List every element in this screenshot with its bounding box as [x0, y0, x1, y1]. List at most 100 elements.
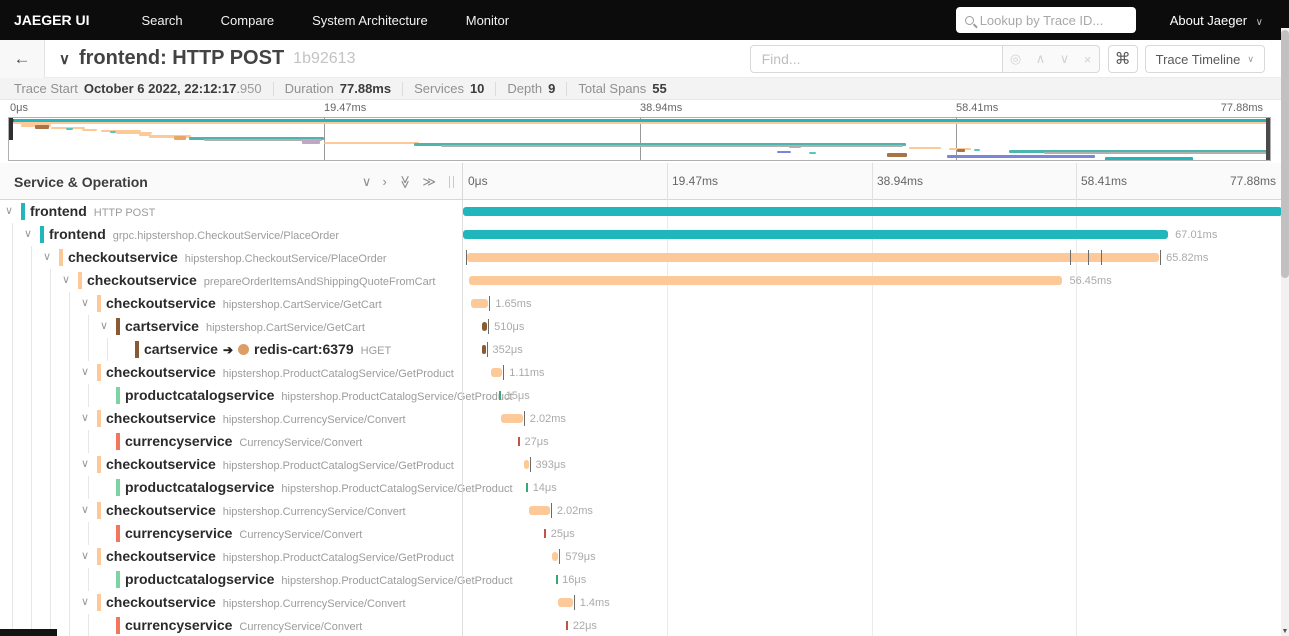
- span-duration-bar[interactable]: [528, 506, 550, 515]
- about-jaeger-menu[interactable]: About Jaeger ∨: [1170, 13, 1263, 28]
- back-button[interactable]: ←: [0, 39, 45, 78]
- span-duration-bar[interactable]: [481, 322, 488, 331]
- row-chevron-down-icon[interactable]: ∨: [79, 365, 91, 378]
- span-row-label[interactable]: productcatalogservice hipstershop.Product…: [0, 568, 513, 591]
- span-row-label[interactable]: ∨ checkoutservice hipstershop.ProductCatal…: [0, 453, 462, 476]
- span-duration-bar[interactable]: [544, 529, 547, 538]
- collapse-all-icon[interactable]: ≫: [397, 175, 413, 189]
- trace-view-select[interactable]: Trace Timeline ∨: [1144, 45, 1265, 73]
- next-match-icon[interactable]: ∨: [1060, 51, 1070, 67]
- span-row-label[interactable]: productcatalogservice hipstershop.Product…: [0, 476, 513, 499]
- span-duration-bar[interactable]: [467, 253, 1160, 262]
- row-chevron-down-icon[interactable]: ∨: [79, 457, 91, 470]
- span-row-bar[interactable]: 22μs: [463, 614, 1281, 636]
- span-row-label[interactable]: ∨ checkoutservice hipstershop.CheckoutServ…: [0, 246, 462, 269]
- vertical-scrollbar[interactable]: ▼: [1281, 28, 1289, 636]
- span-row-bar[interactable]: 67.01ms: [463, 223, 1281, 246]
- trace-lookup-input[interactable]: [979, 12, 1127, 28]
- minimap-canvas[interactable]: [8, 117, 1271, 161]
- span-duration-bar[interactable]: [501, 414, 523, 423]
- collapse-one-icon[interactable]: ∨: [362, 174, 372, 190]
- keyboard-shortcuts-button[interactable]: ⌘: [1107, 45, 1138, 73]
- nav-item-search[interactable]: Search: [141, 13, 182, 28]
- horizontal-scrollbar-thumb[interactable]: [0, 629, 57, 636]
- span-duration-bar[interactable]: [490, 368, 503, 377]
- nav-item-system-architecture[interactable]: System Architecture: [312, 13, 428, 28]
- span-row-bar[interactable]: 16μs: [463, 568, 1281, 591]
- span-duration-bar[interactable]: [555, 575, 558, 584]
- span-row-bar[interactable]: [463, 200, 1281, 223]
- span-row-bar[interactable]: 393μs: [463, 453, 1281, 476]
- span-row-label[interactable]: productcatalogservice hipstershop.Product…: [0, 384, 513, 407]
- row-chevron-down-icon[interactable]: ∨: [22, 227, 34, 240]
- span-row-bar[interactable]: 579μs: [463, 545, 1281, 568]
- nav-item-compare[interactable]: Compare: [221, 13, 274, 28]
- span-row-bar[interactable]: 1.65ms: [463, 292, 1281, 315]
- span-row-label[interactable]: ∨ cartservice hipstershop.CartService/GetC…: [0, 315, 462, 338]
- trace-collapse-chevron-icon[interactable]: ∨: [59, 50, 70, 68]
- span-row-bar[interactable]: 2.02ms: [463, 407, 1281, 430]
- span-row-label[interactable]: ∨ checkoutservice prepareOrderItemsAndShip…: [0, 269, 462, 292]
- span-row-bar[interactable]: 27μs: [463, 430, 1281, 453]
- minimap-right-scrubber[interactable]: [1266, 118, 1270, 160]
- expand-all-icon[interactable]: ≫: [422, 174, 436, 190]
- span-row-bar[interactable]: 15μs: [463, 384, 1281, 407]
- span-row-bar[interactable]: 352μs: [463, 338, 1281, 361]
- minimap-left-scrubber[interactable]: [9, 118, 13, 140]
- span-row-bar[interactable]: 510μs: [463, 315, 1281, 338]
- clear-find-icon[interactable]: ×: [1084, 52, 1092, 67]
- span-row-label[interactable]: currencyservice CurrencyService/Convert: [0, 614, 462, 636]
- span-duration-bar[interactable]: [566, 621, 569, 630]
- span-row-bar[interactable]: 1.4ms: [463, 591, 1281, 614]
- span-duration-bar[interactable]: [517, 437, 520, 446]
- prev-match-icon[interactable]: ∧: [1036, 51, 1046, 67]
- span-duration-bar[interactable]: [552, 552, 559, 561]
- span-duration-bar[interactable]: [463, 230, 1169, 239]
- span-duration-bar[interactable]: [558, 598, 573, 607]
- span-row-label[interactable]: ∨ checkoutservice hipstershop.ProductCatal…: [0, 545, 462, 568]
- span-row-bar[interactable]: 56.45ms: [463, 269, 1281, 292]
- span-duration-bar[interactable]: [499, 391, 502, 400]
- row-chevron-down-icon[interactable]: ∨: [79, 595, 91, 608]
- service-name-text: frontend: [30, 203, 87, 219]
- row-chevron-down-icon[interactable]: ∨: [60, 273, 72, 286]
- vertical-scrollbar-thumb[interactable]: [1281, 30, 1289, 278]
- row-chevron-down-icon[interactable]: ∨: [98, 319, 110, 332]
- span-row-label[interactable]: ∨ frontend HTTP POST: [0, 200, 462, 223]
- brand-logo[interactable]: JAEGER UI: [14, 12, 89, 28]
- span-duration-bar[interactable]: [524, 460, 529, 469]
- span-row-label[interactable]: ∨ checkoutservice hipstershop.CurrencyServ…: [0, 591, 462, 614]
- row-chevron-down-icon[interactable]: ∨: [79, 549, 91, 562]
- span-row-label[interactable]: cartservice ➔ redis-cart:6379 HGET: [0, 338, 462, 361]
- span-row-label[interactable]: currencyservice CurrencyService/Convert: [0, 522, 462, 545]
- span-row-label[interactable]: ∨ checkoutservice hipstershop.CurrencyServ…: [0, 499, 462, 522]
- span-row-label[interactable]: ∨ checkoutservice hipstershop.CurrencyServ…: [0, 407, 462, 430]
- span-duration-bar[interactable]: [471, 299, 489, 308]
- span-duration-bar[interactable]: [526, 483, 529, 492]
- span-duration-bar[interactable]: [463, 207, 1281, 216]
- span-row-bar[interactable]: 1.11ms: [463, 361, 1281, 384]
- span-row-label[interactable]: ∨ checkoutservice hipstershop.CartService/…: [0, 292, 462, 315]
- expand-one-icon[interactable]: ›: [382, 174, 386, 189]
- row-chevron-down-icon[interactable]: ∨: [41, 250, 53, 263]
- row-chevron-down-icon[interactable]: ∨: [3, 204, 15, 217]
- scroll-down-arrow-icon[interactable]: ▼: [1281, 628, 1289, 635]
- row-chevron-down-icon[interactable]: ∨: [79, 411, 91, 424]
- span-row-bar[interactable]: 65.82ms: [463, 246, 1281, 269]
- span-row-label[interactable]: ∨ frontend grpc.hipstershop.CheckoutServic…: [0, 223, 462, 246]
- column-resize-handle[interactable]: [449, 176, 454, 188]
- span-row-label[interactable]: ∨ checkoutservice hipstershop.ProductCatal…: [0, 361, 462, 384]
- span-row-bar[interactable]: 14μs: [463, 476, 1281, 499]
- row-chevron-down-icon[interactable]: ∨: [79, 503, 91, 516]
- span-row-bar[interactable]: 25μs: [463, 522, 1281, 545]
- find-input[interactable]: [749, 45, 1003, 73]
- span-duration-bar[interactable]: [481, 345, 486, 354]
- span-row-label[interactable]: currencyservice CurrencyService/Convert: [0, 430, 462, 453]
- indent-guide: [69, 614, 70, 636]
- row-chevron-down-icon[interactable]: ∨: [79, 296, 91, 309]
- span-duration-bar[interactable]: [468, 276, 1063, 285]
- span-row-bar[interactable]: 2.02ms: [463, 499, 1281, 522]
- nav-item-monitor[interactable]: Monitor: [466, 13, 509, 28]
- match-target-icon[interactable]: ◎: [1010, 51, 1021, 67]
- span-duration-label: 65.82ms: [1166, 252, 1209, 264]
